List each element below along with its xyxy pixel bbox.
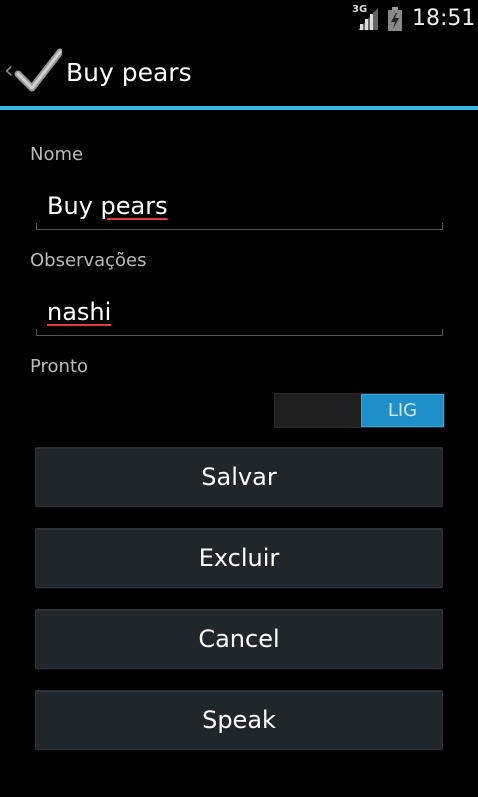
save-button[interactable]: Salvar [35,447,443,507]
done-label: Pronto [30,356,89,377]
notes-label: Observações [30,250,147,271]
checkmark-app-icon[interactable] [14,48,64,100]
up-caret-icon[interactable]: ‹ [4,58,14,82]
screen: 3G 18:51 ‹ Buy pears Nome Buy pears Obse… [0,0,478,797]
signal-icon [358,8,378,34]
name-label: Nome [30,144,84,165]
switch-thumb: LIG [361,394,444,427]
status-bar: 3G 18:51 [0,0,478,38]
action-bar-divider [0,106,478,110]
notes-field[interactable]: nashi [36,294,443,336]
action-bar: ‹ Buy pears [0,38,478,106]
delete-button[interactable]: Excluir [35,528,443,588]
name-value: Buy pears [47,192,168,220]
speak-button[interactable]: Speak [35,690,443,750]
cancel-button[interactable]: Cancel [35,609,443,669]
done-switch[interactable]: LIG [274,393,445,428]
name-field[interactable]: Buy pears [36,188,443,230]
page-title: Buy pears [66,58,192,87]
clock: 18:51 [412,6,476,31]
battery-icon [388,7,402,35]
notes-value: nashi [47,298,112,326]
spellcheck-word: pears [100,192,168,220]
